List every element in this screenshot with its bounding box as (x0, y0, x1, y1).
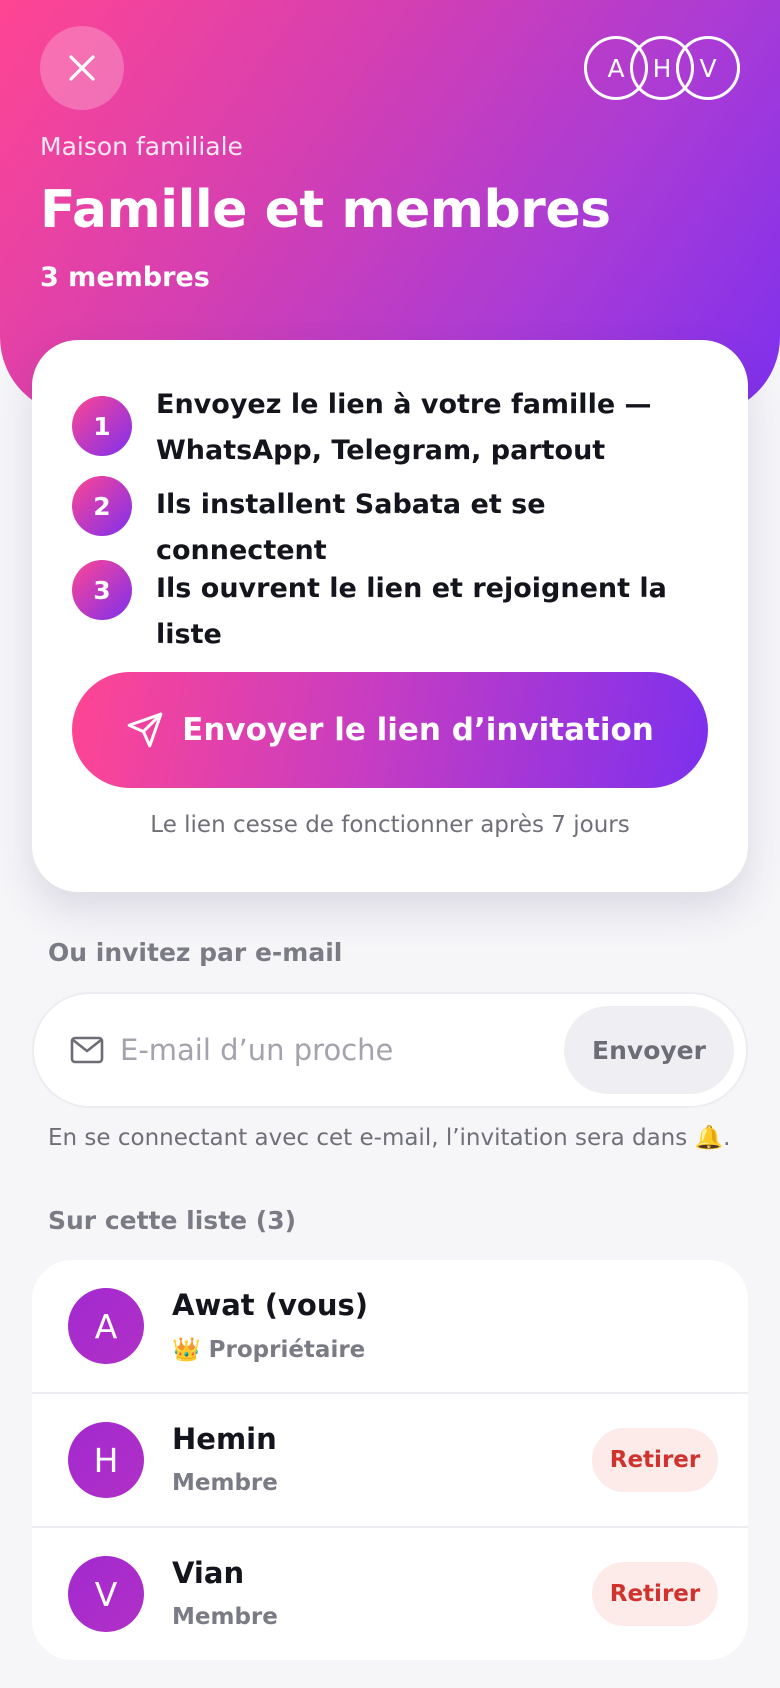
avatar: A (68, 1288, 144, 1364)
member-avatars-stack: A H V (584, 36, 740, 100)
send-email-button[interactable]: Envoyer (564, 1006, 734, 1094)
member-role: Membre (172, 1470, 278, 1496)
remove-member-button[interactable]: Retirer (592, 1562, 718, 1626)
remove-member-button[interactable]: Retirer (592, 1428, 718, 1492)
avatar: H (68, 1422, 144, 1498)
avatar: V (676, 36, 740, 100)
email-invite-field: Envoyer (32, 992, 748, 1108)
member-name: Awat (vous) (172, 1288, 369, 1322)
email-input[interactable] (120, 1014, 500, 1086)
step-text: Envoyez le lien à votre famille — WhatsA… (156, 389, 652, 466)
member-role: Membre (172, 1604, 278, 1630)
email-hint: En se connectant avec cet e-mail, l’invi… (48, 1125, 731, 1151)
step-number-badge: 1 (72, 396, 132, 456)
avatar: V (68, 1556, 144, 1632)
close-button[interactable] (40, 26, 124, 110)
link-expiry-note: Le lien cesse de fonctionner après 7 jou… (150, 812, 630, 838)
member-name: Vian (172, 1556, 245, 1590)
step-text: Ils ouvrent le lien et rejoignent la lis… (156, 573, 667, 650)
close-icon (69, 55, 95, 81)
page-title: Famille et membres (40, 180, 611, 240)
family-members-screen: A H V Maison familiale Famille et membre… (0, 0, 780, 1688)
member-row: V Vian Membre Retirer (32, 1526, 748, 1660)
household-name: Maison familiale (40, 132, 243, 161)
step-text: Ils installent Sabata et se connectent (156, 489, 546, 566)
mail-icon (70, 1036, 104, 1064)
email-section-label: Ou invitez par e-mail (48, 938, 343, 967)
members-section-label: Sur cette liste (3) (48, 1206, 297, 1235)
send-icon (127, 712, 163, 748)
invite-card: 1 Envoyez le lien à votre famille — What… (32, 340, 748, 892)
send-invite-link-label: Envoyer le lien d’invitation (182, 712, 654, 748)
member-row: H Hemin Membre Retirer (32, 1392, 748, 1526)
member-role: 👑 Propriétaire (172, 1337, 366, 1363)
members-list: A Awat (vous) 👑 Propriétaire H Hemin Mem… (32, 1260, 748, 1660)
member-row: A Awat (vous) 👑 Propriétaire (32, 1260, 748, 1394)
step-number-badge: 2 (72, 476, 132, 536)
step-number-badge: 3 (72, 560, 132, 620)
send-invite-link-button[interactable]: Envoyer le lien d’invitation (72, 672, 708, 788)
member-name: Hemin (172, 1422, 277, 1456)
member-count: 3 membres (40, 262, 210, 293)
